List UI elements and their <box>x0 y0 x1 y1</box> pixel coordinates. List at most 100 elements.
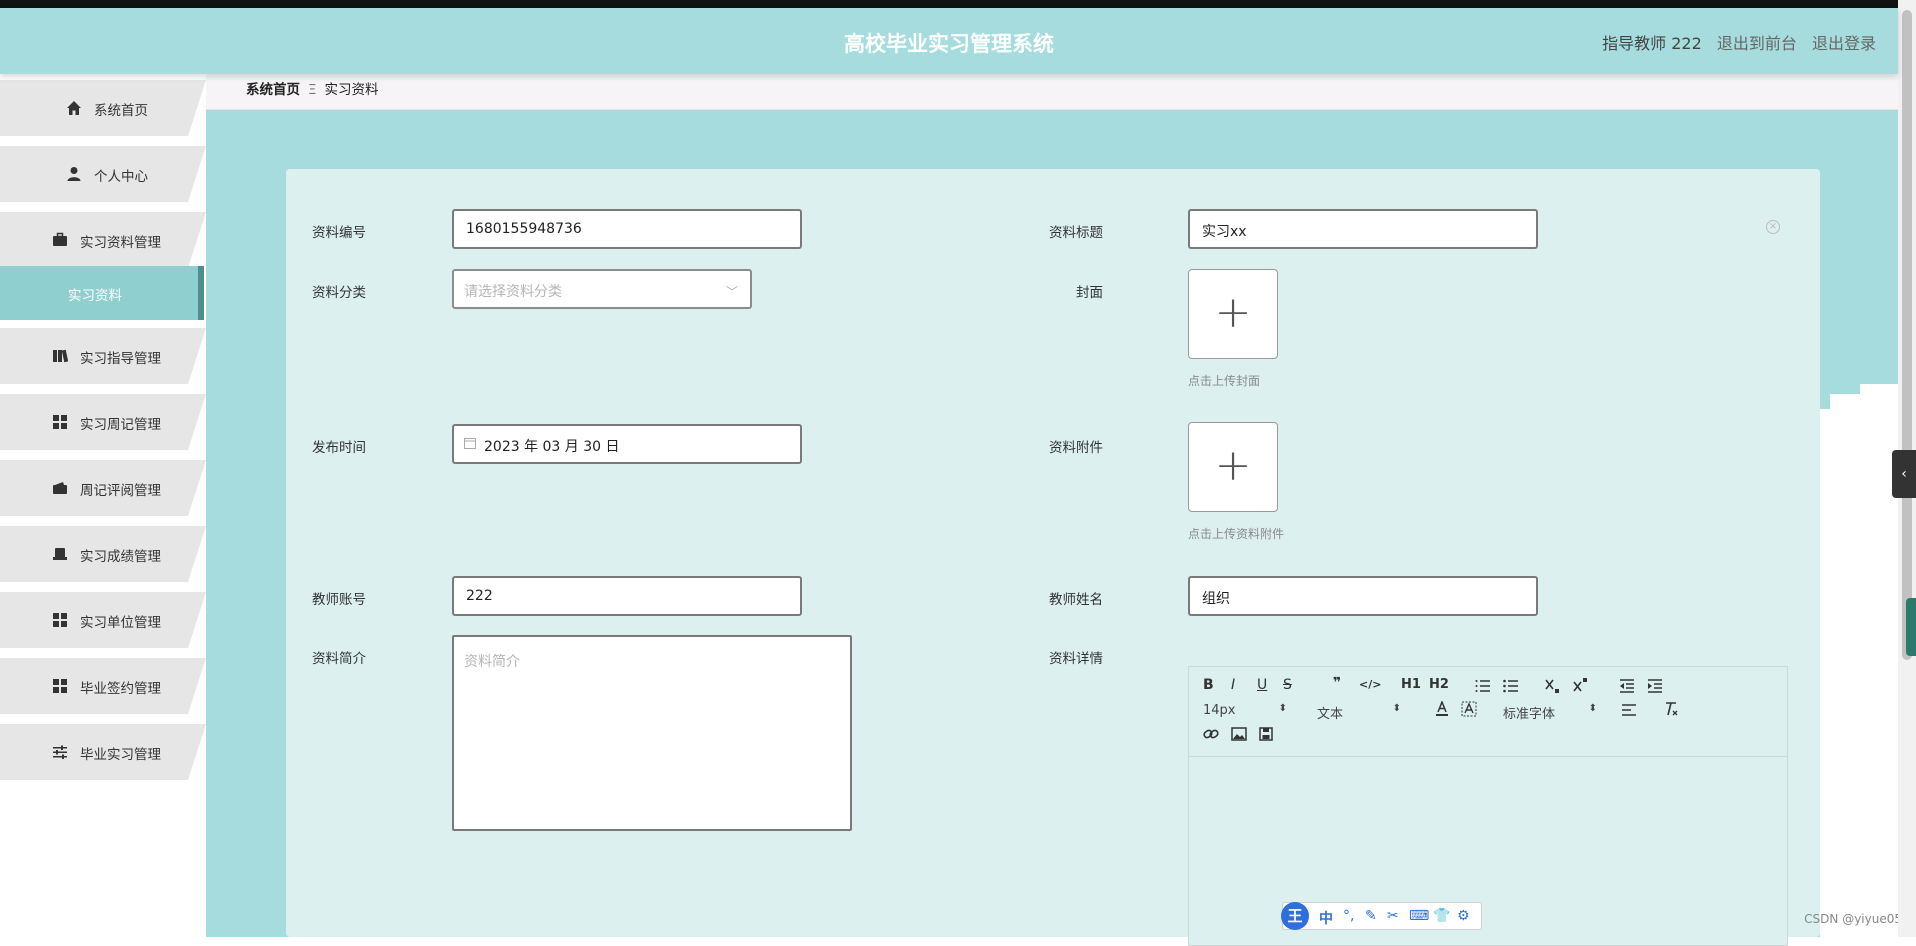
calendar-icon <box>464 438 476 449</box>
publish-date-value: 2023 年 03 月 30 日 <box>484 439 620 455</box>
sidebar-item-guidance[interactable]: 实习指导管理 <box>0 328 206 384</box>
sidebar-item-label: 个人中心 <box>94 169 148 185</box>
sidebar-item-units[interactable]: 实习单位管理 <box>0 592 206 648</box>
updown-icon: ⬍ <box>1588 703 1597 714</box>
outdent-icon[interactable] <box>1619 679 1635 693</box>
strike-button[interactable]: S <box>1283 677 1292 693</box>
scissors-icon[interactable]: ✂ <box>1387 908 1399 924</box>
editor-toolbar: B I U S ❞ </> H1 H2 14px ⬍ 文本 ⬍ 标准字体 ⬍ <box>1189 667 1787 757</box>
sidebar-item-grades[interactable]: 实习成绩管理 <box>0 526 206 582</box>
align-icon[interactable] <box>1621 703 1637 717</box>
decor-block <box>1820 409 1898 937</box>
subscript-icon[interactable] <box>1545 678 1561 694</box>
bullet-list-icon[interactable] <box>1503 679 1519 693</box>
sidebar-item-label: 系统首页 <box>94 103 148 119</box>
sidebar-item-label: 实习单位管理 <box>80 615 161 631</box>
font-color-icon[interactable] <box>1435 701 1449 717</box>
plus-icon: + <box>1214 440 1252 491</box>
scrollbar-thumb[interactable] <box>1902 10 1912 660</box>
image-icon[interactable] <box>1231 727 1247 741</box>
summary-placeholder: 资料简介 <box>464 654 520 670</box>
indent-icon[interactable] <box>1647 679 1663 693</box>
shirt-icon[interactable]: 👕 <box>1433 908 1450 924</box>
ime-mode[interactable]: 中 <box>1319 908 1333 928</box>
sidebar-item-label: 实习资料管理 <box>80 235 161 251</box>
title-input[interactable]: 实习xx <box>1188 209 1538 249</box>
italic-button[interactable]: I <box>1231 677 1235 693</box>
sidebar: 系统首页 个人中心 实习资料管理 实习资料 实习指导管理 实习周记管理 周记评阅… <box>0 74 206 937</box>
field-label-publish: 发布时间 <box>312 440 366 456</box>
font-family-select[interactable]: 标准字体 ⬍ <box>1503 703 1597 722</box>
ordered-list-icon[interactable] <box>1475 679 1491 693</box>
font-family-value: 标准字体 <box>1503 707 1556 722</box>
app-header: 高校毕业实习管理系统 指导教师 222 退出到前台 退出登录 <box>0 8 1898 74</box>
sidebar-item-profile[interactable]: 个人中心 <box>0 146 206 202</box>
field-label-attachment: 资料附件 <box>1049 440 1103 456</box>
h1-button[interactable]: H1 <box>1401 677 1421 692</box>
grid-icon <box>53 415 67 429</box>
background-color-icon[interactable] <box>1461 701 1477 717</box>
text-style-select[interactable]: 文本 ⬍ <box>1317 703 1401 722</box>
summary-textarea[interactable]: 资料简介 <box>452 635 852 831</box>
header-user-area: 指导教师 222 退出到前台 退出登录 <box>1592 30 1876 54</box>
breadcrumb-separator: Ξ <box>308 82 317 98</box>
sidebar-item-label: 毕业签约管理 <box>80 681 161 697</box>
attachment-upload[interactable]: + <box>1188 422 1278 512</box>
teacher-account-input[interactable]: 222 <box>452 576 802 616</box>
h2-button[interactable]: H2 <box>1429 677 1449 692</box>
field-label-cover: 封面 <box>1076 285 1103 301</box>
home-icon <box>67 101 81 115</box>
cover-upload[interactable]: + <box>1188 269 1278 359</box>
quote-icon[interactable]: ❞ <box>1333 675 1341 691</box>
code-icon[interactable]: </> <box>1359 678 1381 691</box>
sidebar-subitem-materials[interactable]: 实习资料 <box>0 266 204 320</box>
grid-icon <box>53 613 67 627</box>
sidebar-item-home[interactable]: 系统首页 <box>0 80 206 136</box>
cover-hint: 点击上传封面 <box>1188 374 1261 388</box>
save-icon[interactable] <box>1259 727 1273 741</box>
code-input[interactable]: 1680155948736 <box>452 209 802 249</box>
logout-link[interactable]: 退出登录 <box>1812 34 1876 53</box>
publish-date-input[interactable]: 2023 年 03 月 30 日 <box>452 424 802 464</box>
briefcase-icon <box>53 232 67 246</box>
field-label-teacher-name: 教师姓名 <box>1049 592 1103 608</box>
superscript-icon[interactable] <box>1573 677 1589 693</box>
font-size-select[interactable]: 14px ⬍ <box>1203 703 1287 719</box>
sidebar-item-review[interactable]: 周记评阅管理 <box>0 460 206 516</box>
side-collapse-tab[interactable]: ‹ <box>1892 450 1916 498</box>
settings-gear-icon[interactable]: ⚙ <box>1457 908 1470 924</box>
sidebar-item-label: 毕业实习管理 <box>80 747 161 763</box>
updown-icon: ⬍ <box>1278 703 1287 714</box>
underline-button[interactable]: U <box>1257 677 1267 693</box>
clear-format-icon[interactable] <box>1663 701 1679 717</box>
rich-text-editor[interactable]: B I U S ❞ </> H1 H2 14px ⬍ 文本 ⬍ 标准字体 ⬍ <box>1188 666 1788 946</box>
sidebar-subitem-label: 实习资料 <box>68 288 122 304</box>
keyboard-icon[interactable]: ⌨ <box>1409 908 1429 924</box>
sidebar-item-label: 实习成绩管理 <box>80 549 161 565</box>
punctuation-icon[interactable]: °, <box>1343 908 1354 924</box>
printer-icon <box>53 548 67 560</box>
decor-block <box>1860 384 1898 410</box>
field-label-summary: 资料简介 <box>312 651 366 667</box>
field-label-teacher-account: 教师账号 <box>312 592 366 608</box>
pen-icon[interactable]: ✎ <box>1365 908 1377 924</box>
clear-icon[interactable]: × <box>1766 220 1780 234</box>
category-select[interactable]: 请选择资料分类 ﹀ <box>452 269 752 309</box>
sidebar-item-internship[interactable]: 毕业实习管理 <box>0 724 206 780</box>
teacher-name-input[interactable]: 组织 <box>1188 576 1538 616</box>
bold-button[interactable]: B <box>1203 677 1214 693</box>
sidebar-item-contract[interactable]: 毕业签约管理 <box>0 658 206 714</box>
ime-toolbar[interactable]: 王 中 °, ✎ ✂ ⌨ 👕 ⚙ <box>1281 902 1482 930</box>
sidebar-item-weekly[interactable]: 实习周记管理 <box>0 394 206 450</box>
field-label-title: 资料标题 <box>1049 225 1103 241</box>
field-label-detail: 资料详情 <box>1049 651 1103 667</box>
wallet-icon <box>53 482 67 494</box>
link-icon[interactable] <box>1203 727 1219 741</box>
side-widget-tab[interactable] <box>1906 598 1916 656</box>
sidebar-item-materials[interactable]: 实习资料管理 <box>0 212 206 268</box>
book-icon <box>53 349 68 363</box>
breadcrumb-current: 实习资料 <box>324 82 379 98</box>
back-to-front-link[interactable]: 退出到前台 <box>1717 34 1797 53</box>
breadcrumb-home[interactable]: 系统首页 <box>246 82 300 98</box>
font-size-value: 14px <box>1203 703 1236 718</box>
